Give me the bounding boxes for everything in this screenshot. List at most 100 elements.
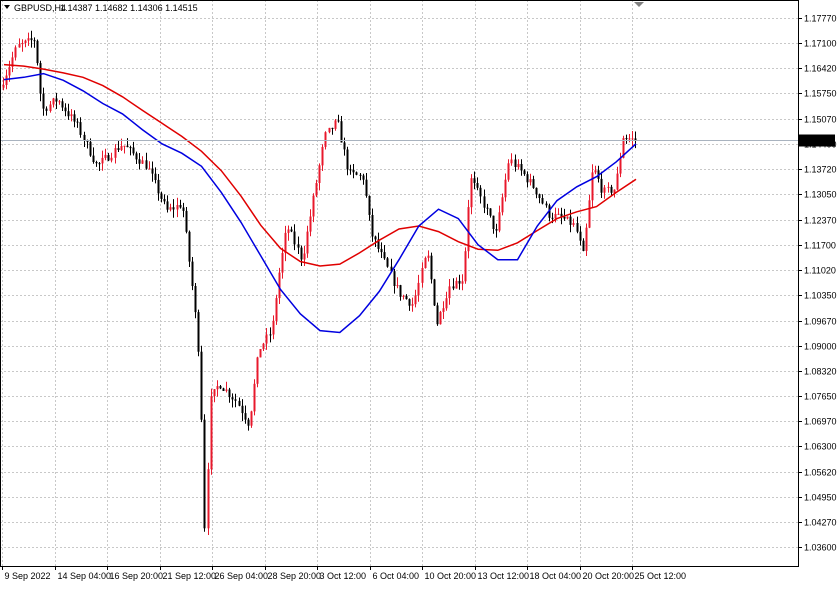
y-tick-label: 1.04950 — [804, 493, 837, 503]
candle-body — [73, 114, 76, 122]
candle-body — [337, 120, 340, 122]
candle-body — [154, 173, 157, 180]
candle-body — [30, 38, 33, 41]
candle-body — [523, 170, 526, 175]
candle-body — [207, 469, 210, 529]
candle-body — [328, 127, 331, 133]
candle-body — [439, 311, 442, 325]
candle-body — [374, 236, 377, 240]
candle-body — [631, 138, 634, 140]
candle-body — [541, 198, 544, 204]
candle-body — [411, 304, 414, 306]
candle-body — [408, 299, 411, 306]
x-tick-label: 14 Sep 04:00 — [58, 571, 112, 581]
candle-body — [476, 183, 479, 188]
candle-body — [132, 147, 135, 154]
candle-body — [554, 214, 557, 219]
candle-body — [45, 108, 48, 111]
candle-body — [39, 63, 42, 94]
candle-body — [424, 257, 427, 268]
x-tick-label: 18 Oct 04:00 — [530, 571, 582, 581]
y-tick-label: 1.17770 — [804, 14, 837, 24]
candle-body — [234, 399, 237, 401]
candle-body — [200, 351, 203, 420]
candle-body — [250, 411, 253, 426]
candle-body — [517, 164, 520, 168]
candle-body — [312, 195, 315, 217]
candle-body — [359, 174, 362, 176]
y-tick-label: 1.11020 — [804, 266, 836, 276]
candle-body — [287, 229, 290, 233]
candle-body — [368, 195, 371, 215]
y-tick-label: 1.08320 — [804, 367, 837, 377]
candle-body — [362, 175, 365, 180]
candle-body — [293, 231, 296, 245]
candle-body — [33, 40, 36, 42]
candle-body — [600, 178, 603, 193]
candle-body — [380, 248, 383, 253]
y-tick-label: 1.07650 — [804, 392, 837, 402]
candle-body — [253, 383, 256, 412]
candle-body — [222, 388, 225, 391]
ohlc-values: 1.14387 1.14682 1.14306 1.14515 — [60, 3, 198, 13]
candle-body — [49, 104, 52, 111]
candle-body — [145, 160, 148, 169]
candle-body — [331, 127, 334, 129]
x-tick-label: 13 Oct 12:00 — [478, 571, 530, 581]
y-tick-label: 1.04270 — [804, 518, 837, 528]
candle-body — [588, 200, 591, 228]
candle-body — [532, 179, 535, 188]
candle-body — [566, 216, 569, 219]
candle-body — [21, 43, 24, 45]
candle-body — [321, 147, 324, 166]
x-tick-label: 20 Oct 20:00 — [583, 571, 635, 581]
candle-body — [2, 85, 5, 88]
candle-body — [610, 186, 613, 193]
candle-body — [98, 163, 101, 165]
candle-body — [303, 253, 306, 260]
candle-body — [107, 154, 110, 161]
chart-window[interactable]: 1.177701.171001.164201.157501.150701.144… — [0, 0, 840, 584]
candle-body — [18, 44, 21, 48]
candle-body — [210, 396, 213, 470]
candle-body — [241, 405, 244, 414]
candle-body — [504, 179, 507, 198]
x-tick-label: 3 Oct 12:00 — [320, 571, 367, 581]
candle-body — [92, 155, 95, 162]
candle-body — [42, 93, 45, 109]
candle-body — [179, 205, 182, 208]
candle-body — [405, 295, 408, 300]
candle-body — [58, 101, 61, 103]
candle-body — [324, 132, 327, 147]
current-price-badge: 1.14515 — [799, 134, 835, 147]
candle-body — [594, 170, 597, 173]
candle-body — [27, 38, 30, 41]
candle-body — [281, 253, 284, 273]
candle-body — [551, 217, 554, 219]
candle-body — [520, 164, 523, 171]
candle-body — [213, 389, 216, 396]
candle-body — [247, 419, 250, 426]
price-chart[interactable]: 1.177701.171001.164201.157501.150701.144… — [0, 0, 840, 584]
candle-body — [399, 285, 402, 297]
current-price-label: 1.14515 — [802, 136, 835, 146]
candle-body — [417, 282, 420, 296]
x-tick-label: 26 Sep 04:00 — [215, 571, 269, 581]
candle-body — [427, 255, 430, 258]
y-tick-label: 1.09670 — [804, 317, 837, 327]
candle-body — [70, 114, 73, 117]
candle-body — [160, 193, 163, 199]
candle-body — [5, 75, 8, 85]
candle-body — [259, 349, 262, 358]
candle-body — [433, 279, 436, 306]
candle-body — [185, 210, 188, 232]
candle-body — [176, 205, 179, 210]
candle-body — [306, 231, 309, 254]
candle-body — [514, 159, 517, 167]
candle-body — [101, 157, 104, 164]
y-tick-label: 1.15070 — [804, 115, 837, 125]
candle-body — [634, 138, 637, 141]
candle-body — [191, 261, 194, 286]
chart-background — [0, 0, 840, 584]
y-tick-label: 1.12370 — [804, 216, 837, 226]
